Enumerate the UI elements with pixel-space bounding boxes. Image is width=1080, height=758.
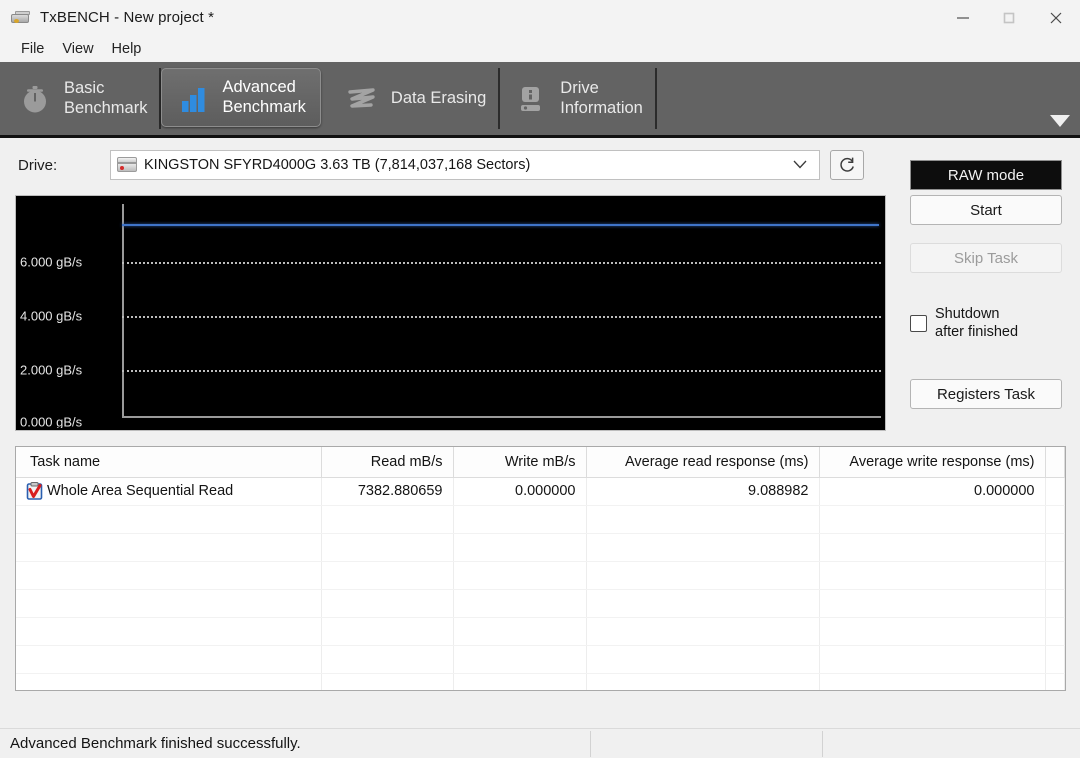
scribble-erase-icon [345,82,379,116]
graph-y-axis [122,204,124,418]
menu-bar: File View Help [0,35,1080,62]
tab-label: Basic Benchmark [64,79,148,117]
raw-mode-button[interactable]: RAW mode [910,160,1062,190]
column-header-task-name[interactable]: Task name [16,447,322,478]
read-throughput-line [122,224,879,226]
tab-label: Drive Information [560,79,643,117]
throughput-graph: 6.000 gB/s 4.000 gB/s 2.000 gB/s 0.000 g… [18,198,883,428]
status-message: Advanced Benchmark finished successfully… [10,735,301,752]
tab-data-erasing[interactable]: Data Erasing [331,62,501,135]
table-header-row: Task name Read mB/s Write mB/s Average r… [16,447,1065,478]
gridline-6 [122,262,881,264]
table-row-empty[interactable] [16,505,1065,534]
status-cell-2 [591,729,822,758]
y-tick-label-0: 0.000 gB/s [20,414,83,429]
task-name-text: Whole Area Sequential Read [47,483,234,499]
action-buttons-panel: Start Skip Task Shutdown after finished … [910,195,1062,410]
menu-item-view[interactable]: View [53,39,102,59]
column-header-write-mbs[interactable]: Write mB/s [453,447,587,478]
checkbox-box[interactable] [910,314,927,332]
tab-strip: Basic Benchmark Advanced Benchmark Data … [0,62,1080,138]
table-row-empty[interactable] [16,561,1065,590]
cell-avg-read-response: 9.088982 [586,477,820,506]
cell-spacer [1045,477,1065,506]
cell-avg-write-response: 0.000000 [819,477,1046,506]
tab-advanced-benchmark[interactable]: Advanced Benchmark [161,68,321,127]
refresh-icon [840,157,854,172]
column-header-read-mbs[interactable]: Read mB/s [321,447,454,478]
graph-x-axis [122,416,881,418]
table-row-empty[interactable] [16,673,1065,690]
shutdown-after-finished-checkbox[interactable]: Shutdown after finished [910,305,1062,341]
menu-item-help[interactable]: Help [103,39,151,59]
cell-write-mbs: 0.000000 [453,477,587,506]
skip-task-button[interactable]: Skip Task [910,243,1062,273]
main-content: Drive: KINGSTON SFYRD4000G 3.63 TB (7,81… [0,138,1080,728]
drive-selector-row: Drive: KINGSTON SFYRD4000G 3.63 TB (7,81… [0,148,1080,190]
status-cell-3 [823,729,1080,758]
drive-info-icon [514,82,548,116]
cell-read-mbs: 7382.880659 [321,477,454,506]
title-bar: TxBENCH - New project * [0,0,1080,35]
chevron-down-icon [793,156,807,174]
table-row-empty[interactable] [16,589,1065,618]
window-title: TxBENCH - New project * [40,9,215,26]
chevron-down-icon[interactable] [1050,115,1070,127]
table-row-empty[interactable] [16,617,1065,646]
tab-label: Data Erasing [390,88,487,107]
maximize-icon[interactable] [986,0,1032,35]
minimize-icon[interactable] [940,0,986,35]
menu-item-file[interactable]: File [12,39,53,59]
bar-chart-icon [176,81,210,115]
drive-selected-value: KINGSTON SFYRD4000G 3.63 TB (7,814,037,1… [144,157,531,173]
hdd-icon [117,157,137,173]
drive-select[interactable]: KINGSTON SFYRD4000G 3.63 TB (7,814,037,1… [110,150,820,180]
app-disc-icon [10,7,32,29]
throughput-graph-panel: 6.000 gB/s 4.000 gB/s 2.000 gB/s 0.000 g… [15,195,886,431]
tab-label: Advanced Benchmark [222,78,306,116]
table-row[interactable]: Whole Area Sequential Read 7382.880659 0… [16,477,1065,506]
tab-drive-information[interactable]: Drive Information [500,62,657,135]
tab-basic-benchmark[interactable]: Basic Benchmark [0,62,162,135]
y-tick-label-6: 6.000 gB/s [20,254,83,270]
gridline-4 [122,316,881,318]
column-header-spacer [1045,447,1065,478]
gridline-2 [122,370,881,372]
cell-task-name: Whole Area Sequential Read [16,477,322,506]
column-header-avg-read-response[interactable]: Average read response (ms) [586,447,820,478]
close-icon[interactable] [1032,0,1080,35]
status-bar: Advanced Benchmark finished successfully… [0,728,1080,758]
y-tick-label-2: 2.000 gB/s [20,362,83,378]
txbench-window: TxBENCH - New project * File View Help B… [0,0,1080,758]
stopwatch-icon [18,82,52,116]
drive-label: Drive: [18,156,58,174]
task-results-table[interactable]: Task name Read mB/s Write mB/s Average r… [15,446,1066,691]
column-header-avg-write-response[interactable]: Average write response (ms) [819,447,1046,478]
checkbox-label: Shutdown after finished [935,306,1019,341]
table-row-empty[interactable] [16,645,1065,674]
refresh-drive-button[interactable] [830,150,864,180]
registers-task-button[interactable]: Registers Task [910,379,1062,410]
y-tick-label-4: 4.000 gB/s [20,308,83,324]
window-controls [940,0,1080,35]
start-button[interactable]: Start [910,195,1062,225]
table-row-empty[interactable] [16,533,1065,562]
clipboard-check-icon [26,482,43,500]
